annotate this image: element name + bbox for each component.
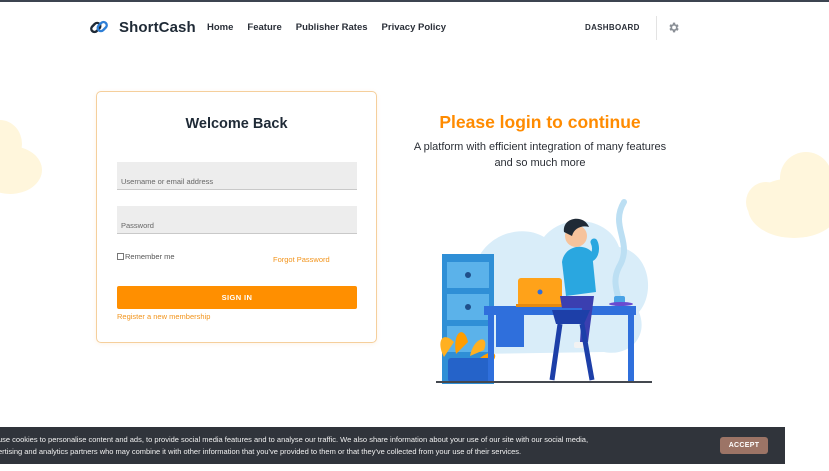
login-card: Welcome Back Remember me Forgot Password… [96,91,377,343]
workspace-illustration [436,199,652,384]
login-title: Welcome Back [185,116,288,132]
hero-subtitle: A platform with efficient integration of… [392,140,688,171]
dashboard-link[interactable]: DASHBOARD [585,23,640,32]
gear-icon[interactable] [667,21,680,34]
chain-link-icon [90,20,108,34]
sign-in-button[interactable]: SIGN IN [117,286,357,309]
brand-name: ShortCash [119,18,196,36]
nav-item-publisher-rates[interactable]: Publisher Rates [296,22,368,33]
hero-subtitle-line2: and so much more [494,156,586,169]
cookie-message: use cookies to personalise content and a… [0,434,714,458]
header-divider [656,16,657,40]
site-header: ShortCash Home Feature Publisher Rates P… [0,2,829,52]
hero-title: Please login to continue [439,112,641,132]
accept-cookies-button[interactable]: ACCEPT [720,437,768,454]
remember-me-checkbox[interactable]: Remember me [117,252,175,261]
username-input[interactable] [117,162,357,190]
remember-me-label: Remember me [125,252,175,261]
main-nav: Home Feature Publisher Rates Privacy Pol… [207,22,446,33]
decorative-cloud-left [0,120,42,194]
nav-item-privacy-policy[interactable]: Privacy Policy [382,22,446,33]
password-input[interactable] [117,206,357,234]
nav-item-feature[interactable]: Feature [247,22,281,33]
decorative-cloud-right [746,152,829,238]
cookie-message-line2: ertising and analytics partners who may … [0,447,522,456]
forgot-password-link[interactable]: Forgot Password [273,255,330,264]
register-link[interactable]: Register a new membership [117,312,210,321]
checkbox-box[interactable] [117,253,124,260]
brand-logo[interactable]: ShortCash [88,16,196,38]
cookie-message-line1: use cookies to personalise content and a… [0,435,589,444]
nav-item-home[interactable]: Home [207,22,233,33]
cookie-consent-bar: use cookies to personalise content and a… [0,427,785,464]
hero-subtitle-line1: A platform with efficient integration of… [413,141,667,153]
